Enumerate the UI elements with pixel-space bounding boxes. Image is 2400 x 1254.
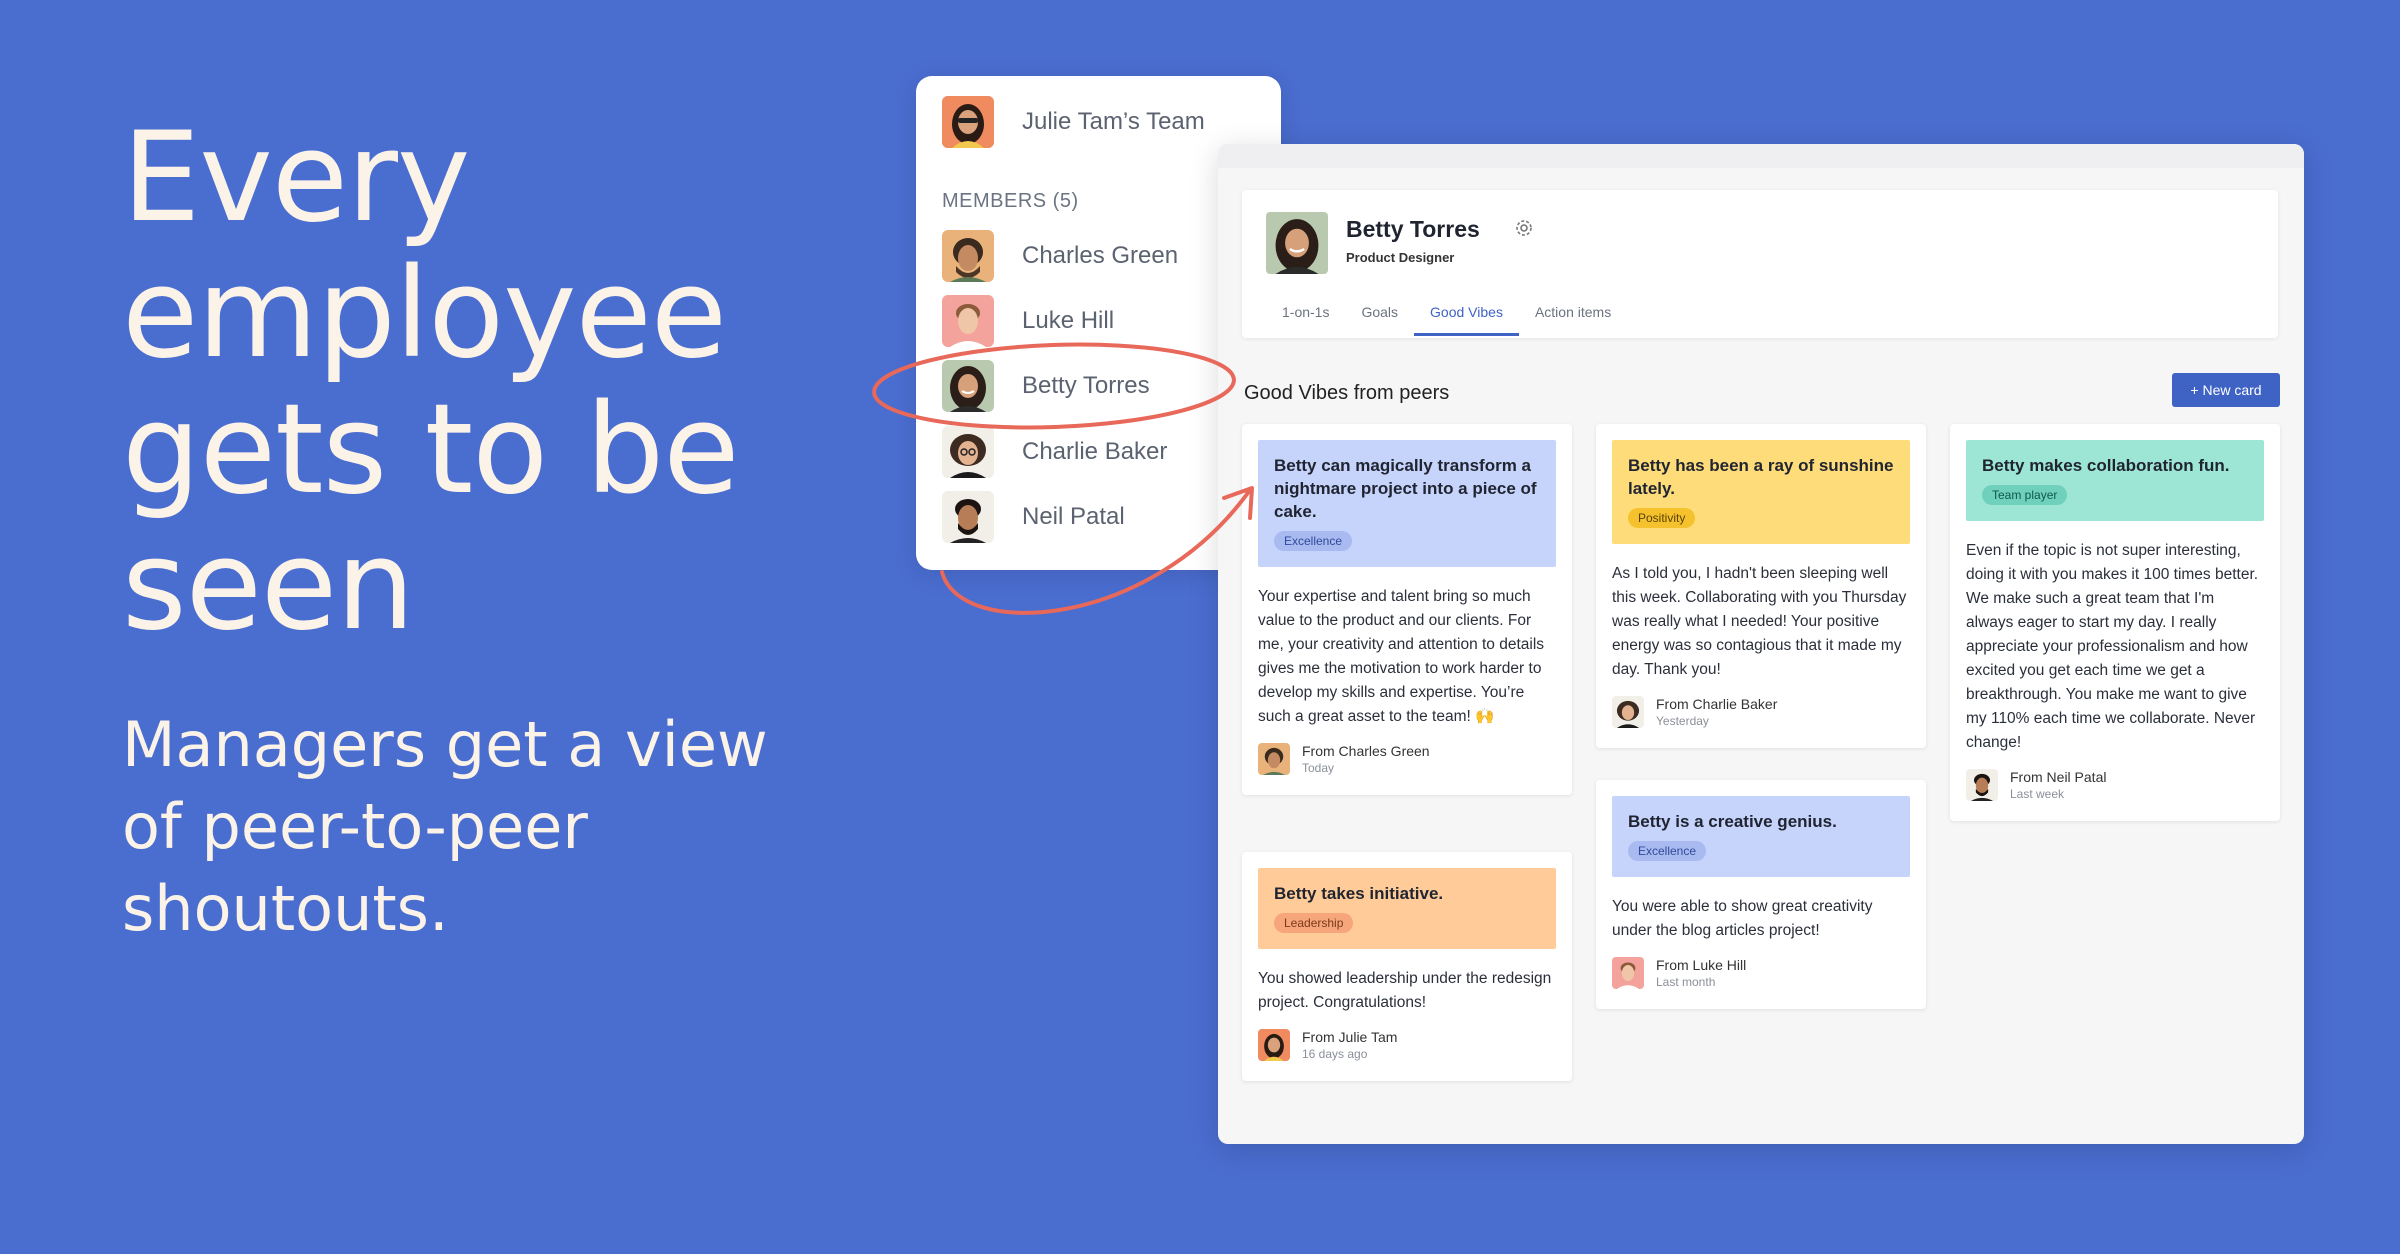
card-body: You showed leadership under the redesign… xyxy=(1258,970,1552,1011)
member-name: Neil Patal xyxy=(1022,503,1125,530)
charlie-baker-avatar xyxy=(942,426,994,478)
app-window: Betty Torres Product Designer 1-on-1s Go… xyxy=(1218,144,2304,1144)
member-luke-hill[interactable]: Luke Hill xyxy=(942,295,1114,347)
profile-avatar xyxy=(1266,212,1328,274)
tab-action-items[interactable]: Action items xyxy=(1519,292,1627,336)
profile-name: Betty Torres xyxy=(1346,216,1480,242)
vibe-card[interactable]: Betty has been a ray of sunshine lately.… xyxy=(1596,424,1926,748)
sender-avatar xyxy=(1612,696,1644,728)
charles-green-avatar xyxy=(942,230,994,282)
card-footer: From Neil Patal Last week xyxy=(1950,755,2280,821)
tab-1-on-1s[interactable]: 1-on-1s xyxy=(1266,292,1345,336)
sender-avatar xyxy=(1258,1029,1290,1061)
vibe-card[interactable]: Betty is a creative genius. Excellence Y… xyxy=(1596,780,1926,1009)
member-name: Luke Hill xyxy=(1022,307,1115,334)
member-charlie-baker[interactable]: Charlie Baker xyxy=(942,426,1167,478)
sender-avatar xyxy=(1966,769,1998,801)
card-footer: From Charles Green Today xyxy=(1242,729,1572,795)
card-footer: From Charlie Baker Yesterday xyxy=(1596,682,1926,748)
section-title: Good Vibes from peers xyxy=(1244,382,1450,404)
neil-patal-avatar xyxy=(942,491,994,543)
tab-goals[interactable]: Goals xyxy=(1345,292,1414,336)
card-header: Betty has been a ray of sunshine lately.… xyxy=(1612,440,1910,544)
betty-torres-avatar xyxy=(942,360,994,412)
card-footer: From Julie Tam 16 days ago xyxy=(1242,1015,1572,1081)
card-title: Betty makes collaboration fun. xyxy=(1982,456,2230,475)
vibe-card[interactable]: Betty makes collaboration fun. Team play… xyxy=(1950,424,2280,821)
card-time: Last week xyxy=(2010,787,2065,801)
card-header: Betty takes initiative. Leadership xyxy=(1258,868,1556,949)
member-neil-patal[interactable]: Neil Patal xyxy=(942,491,1125,543)
hero-subheadline: Managers get a view of peer-to-peer shou… xyxy=(122,708,768,945)
team-title: Julie Tam’s Team xyxy=(1022,108,1205,135)
card-footer: From Luke Hill Last month xyxy=(1596,943,1926,1009)
profile-tabs: 1-on-1s Goals Good Vibes Action items xyxy=(1266,292,1627,336)
gear-icon[interactable] xyxy=(1514,218,1534,243)
card-body: Even if the topic is not super interesti… xyxy=(1966,542,2259,751)
profile-header: Betty Torres Product Designer 1-on-1s Go… xyxy=(1242,190,2278,338)
card-body: Your expertise and talent bring so much … xyxy=(1258,588,1545,725)
card-tag: Excellence xyxy=(1628,841,1707,861)
member-name: Betty Torres xyxy=(1022,372,1150,399)
tab-good-vibes[interactable]: Good Vibes xyxy=(1414,292,1519,336)
card-title: Betty is a creative genius. xyxy=(1628,812,1837,831)
card-body: You were able to show great creativity u… xyxy=(1612,898,1873,939)
card-time: Today xyxy=(1302,761,1335,775)
julie-tam-avatar xyxy=(942,96,994,148)
card-title: Betty takes initiative. xyxy=(1274,884,1444,903)
card-tag: Positivity xyxy=(1628,508,1696,528)
vibe-card[interactable]: Betty can magically transform a nightmar… xyxy=(1242,424,1572,795)
sender-avatar xyxy=(1258,743,1290,775)
vibe-card[interactable]: Betty takes initiative. Leadership You s… xyxy=(1242,852,1572,1081)
hero: Every employee gets to be seen Managers … xyxy=(122,110,882,950)
card-header: Betty is a creative genius. Excellence xyxy=(1612,796,1910,877)
card-from: From Charles Green xyxy=(1302,743,1430,759)
card-from: From Luke Hill xyxy=(1656,957,1747,973)
hero-headline: Every employee gets to be seen xyxy=(122,106,740,658)
card-tag: Team player xyxy=(1982,485,2068,505)
member-name: Charlie Baker xyxy=(1022,438,1168,465)
profile-role: Product Designer xyxy=(1346,250,1455,265)
card-title: Betty has been a ray of sunshine lately. xyxy=(1628,456,1894,498)
card-from: From Charlie Baker xyxy=(1656,696,1778,712)
sender-avatar xyxy=(1612,957,1644,989)
card-time: Yesterday xyxy=(1656,714,1709,728)
member-charles-green[interactable]: Charles Green xyxy=(942,230,1178,282)
member-name: Charles Green xyxy=(1022,242,1179,269)
window-top-bar xyxy=(1218,144,2304,168)
card-tag: Leadership xyxy=(1274,913,1354,933)
card-header: Betty makes collaboration fun. Team play… xyxy=(1966,440,2264,521)
new-card-button[interactable]: + New card xyxy=(2172,373,2280,407)
card-time: 16 days ago xyxy=(1302,1047,1368,1061)
card-from: From Neil Patal xyxy=(2010,769,2107,785)
members-label: MEMBERS (5) xyxy=(942,190,1079,212)
member-betty-torres[interactable]: Betty Torres xyxy=(942,360,1150,412)
team-header: Julie Tam’s Team xyxy=(942,96,1205,148)
card-from: From Julie Tam xyxy=(1302,1029,1398,1045)
luke-hill-avatar xyxy=(942,295,994,347)
card-time: Last month xyxy=(1656,975,1716,989)
card-header: Betty can magically transform a nightmar… xyxy=(1258,440,1556,567)
card-tag: Excellence xyxy=(1274,531,1353,551)
card-title: Betty can magically transform a nightmar… xyxy=(1274,456,1537,521)
card-body: As I told you, I hadn't been sleeping we… xyxy=(1612,565,1907,678)
